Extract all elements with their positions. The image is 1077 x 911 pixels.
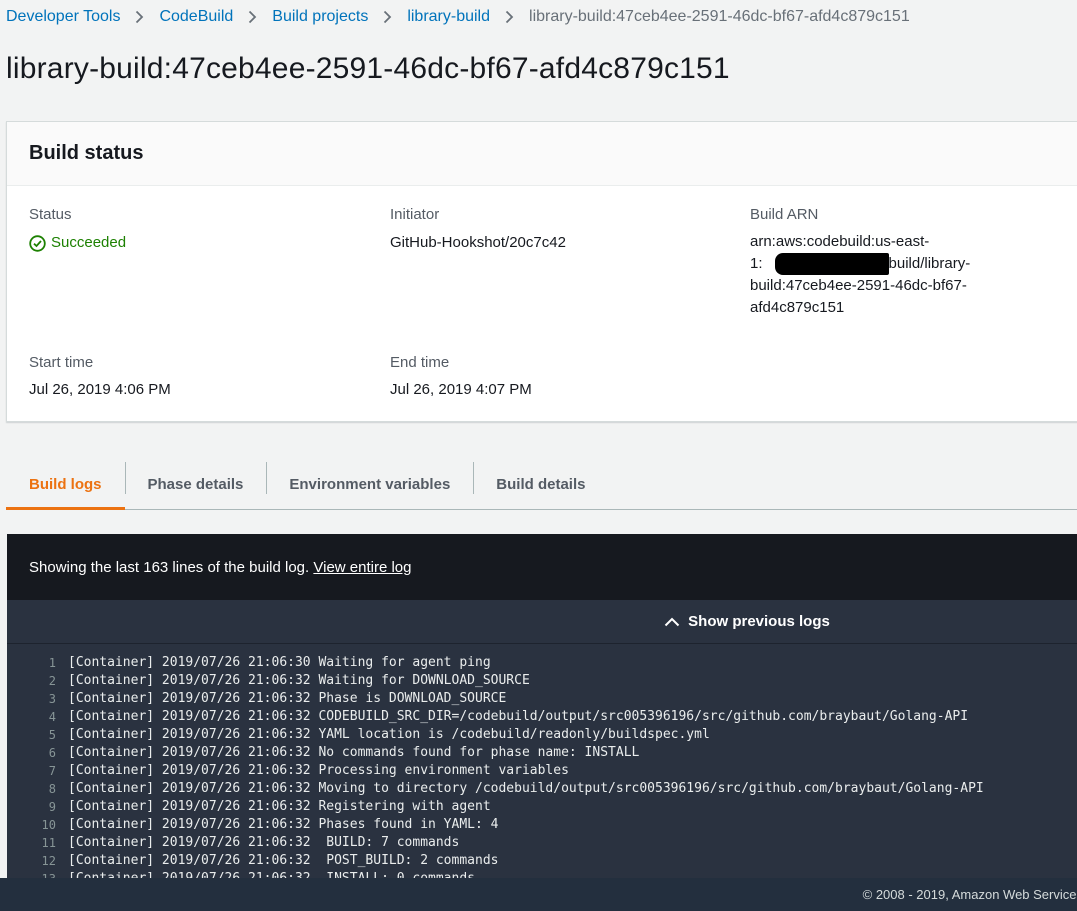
breadcrumb-developer-tools[interactable]: Developer Tools (6, 8, 120, 26)
log-line: 5 [Container] 2019/07/26 21:06:32 YAML lo… (7, 726, 1077, 744)
arn-line-2: 1: build/library- (750, 253, 1000, 275)
tab-build-details[interactable]: Build details (473, 460, 608, 509)
show-previous-logs-button[interactable]: Show previous logs (7, 600, 1077, 644)
breadcrumb: Developer Tools CodeBuild Build projects… (6, 6, 910, 28)
start-time-field: Start time Jul 26, 2019 4:06 PM (29, 354, 171, 401)
breadcrumb-build-projects[interactable]: Build projects (272, 8, 368, 26)
log-line-number: 10 (41, 818, 56, 832)
log-line-number: 1 (48, 656, 56, 670)
log-line: 9 [Container] 2019/07/26 21:06:32 Registe… (7, 798, 1077, 816)
panel-header: Build status (7, 122, 1077, 186)
log-line-text: [Container] 2019/07/26 21:06:30 Waiting … (68, 655, 491, 670)
footer: © 2008 - 2019, Amazon Web Services (0, 878, 1077, 911)
log-lines: 1 [Container] 2019/07/26 21:06:30 Waiting… (7, 644, 1077, 878)
log-line-text: [Container] 2019/07/26 21:06:32 Phases f… (68, 817, 499, 832)
initiator-value: GitHub-Hookshot/20c7c42 (390, 234, 566, 251)
log-line: 4 [Container] 2019/07/26 21:06:32 CODEBUI… (7, 708, 1077, 726)
log-line-number: 11 (41, 836, 56, 850)
log-line: 6 [Container] 2019/07/26 21:06:32 No comm… (7, 744, 1077, 762)
show-previous-logs-label: Show previous logs (688, 613, 830, 630)
chevron-right-icon (248, 10, 257, 24)
start-time-value: Jul 26, 2019 4:06 PM (29, 381, 171, 398)
arn-field: Build ARN arn:aws:codebuild:us-east- 1: b… (750, 206, 1000, 319)
log-line: 3 [Container] 2019/07/26 21:06:32 Phase i… (7, 690, 1077, 708)
log-line: 7 [Container] 2019/07/26 21:06:32 Process… (7, 762, 1077, 780)
start-time-label: Start time (29, 354, 94, 371)
status-value: Succeeded (51, 234, 127, 251)
log-header: Showing the last 163 lines of the build … (7, 534, 1077, 600)
log-line-text: [Container] 2019/07/26 21:06:32 Processi… (68, 763, 569, 778)
log-line-text: [Container] 2019/07/26 21:06:32 Waiting … (68, 673, 530, 688)
log-line-text: [Container] 2019/07/26 21:06:32 Moving t… (68, 781, 984, 796)
log-line: 13[Container] 2019/07/26 21:06:32 INSTAL… (7, 870, 1077, 878)
tab-phase-details[interactable]: Phase details (124, 460, 267, 509)
log-line-text: [Container] 2019/07/26 21:06:32 No comma… (68, 745, 640, 760)
arn-line-3: build:47ceb4ee-2591-46dc-bf67- (750, 277, 967, 294)
log-line: 2 [Container] 2019/07/26 21:06:32 Waiting… (7, 672, 1077, 690)
arn-line-2-prefix: 1: (750, 255, 763, 272)
arn-line-2-suffix: build/library- (888, 255, 971, 272)
initiator-field: Initiator GitHub-Hookshot/20c7c42 (390, 206, 566, 254)
tab-bar: Build logs Phase details Environment var… (6, 460, 1077, 510)
redacted-account-id (774, 253, 889, 275)
log-line-number: 6 (48, 746, 56, 760)
arn-label: Build ARN (750, 206, 819, 223)
log-line-text: [Container] 2019/07/26 21:06:32 BUILD: 7… (68, 835, 460, 850)
log-line-text: [Container] 2019/07/26 21:06:32 Register… (68, 799, 491, 814)
breadcrumb-codebuild[interactable]: CodeBuild (159, 8, 233, 26)
log-line-number: 2 (48, 674, 56, 688)
log-line: 8 [Container] 2019/07/26 21:06:32 Moving … (7, 780, 1077, 798)
log-line-number: 13 (7, 870, 68, 878)
tab-environment-variables[interactable]: Environment variables (266, 460, 473, 509)
log-line-text: [Container] 2019/07/26 21:06:32 CODEBUIL… (68, 709, 969, 724)
log-line-number: 12 (41, 854, 56, 868)
chevron-up-icon (664, 617, 680, 626)
page-title: library-build:47ceb4ee-2591-46dc-bf67-af… (6, 52, 730, 85)
log-line-text: [Container] 2019/07/26 21:06:32 INSTALL:… (68, 870, 475, 878)
log-summary: Showing the last 163 lines of the build … (29, 559, 310, 576)
build-status-panel: Build status Status Succeeded Initiator … (6, 121, 1077, 422)
tab-build-logs[interactable]: Build logs (6, 460, 125, 510)
view-entire-log-link[interactable]: View entire log (313, 559, 411, 576)
log-line: 12 [Container] 2019/07/26 21:06:32 POST_B… (7, 852, 1077, 870)
log-line-number: 5 (48, 728, 56, 742)
log-line-number: 4 (48, 710, 56, 724)
build-log-viewer: Showing the last 163 lines of the build … (7, 534, 1077, 878)
end-time-label: End time (390, 354, 450, 371)
check-circle-icon (29, 234, 46, 252)
status-badge: Succeeded (29, 232, 126, 254)
log-line-text: [Container] 2019/07/26 21:06:32 POST_BUI… (68, 853, 499, 868)
end-time-field: End time Jul 26, 2019 4:07 PM (390, 354, 532, 401)
log-line-number: 7 (48, 764, 56, 778)
log-line-number: 8 (48, 782, 56, 796)
end-time-value: Jul 26, 2019 4:07 PM (390, 381, 532, 398)
chevron-right-icon (505, 10, 514, 24)
log-line-number: 9 (48, 800, 56, 814)
arn-value: arn:aws:codebuild:us-east- 1: build/libra… (750, 231, 1000, 319)
status-field: Status Succeeded (29, 206, 126, 254)
log-line: 10 [Container] 2019/07/26 21:06:32 Phases… (7, 816, 1077, 834)
chevron-right-icon (135, 10, 144, 24)
log-line: 1 [Container] 2019/07/26 21:06:30 Waiting… (7, 654, 1077, 672)
breadcrumb-library-build[interactable]: library-build (407, 8, 490, 26)
log-line-number: 3 (48, 692, 56, 706)
panel-title: Build status (29, 142, 144, 164)
breadcrumb-current: library-build:47ceb4ee-2591-46dc-bf67-af… (529, 8, 910, 25)
status-label: Status (29, 206, 72, 223)
log-line-text: [Container] 2019/07/26 21:06:32 Phase is… (68, 691, 507, 706)
log-line-text: [Container] 2019/07/26 21:06:32 YAML loc… (68, 727, 710, 742)
copyright-text: © 2008 - 2019, Amazon Web Services (862, 887, 1077, 902)
initiator-label: Initiator (390, 206, 440, 223)
chevron-right-icon (383, 10, 392, 24)
log-line: 11 [Container] 2019/07/26 21:06:32 BUILD:… (7, 834, 1077, 852)
arn-line-4: afd4c879c151 (750, 299, 845, 316)
arn-line-1: arn:aws:codebuild:us-east- (750, 233, 930, 250)
